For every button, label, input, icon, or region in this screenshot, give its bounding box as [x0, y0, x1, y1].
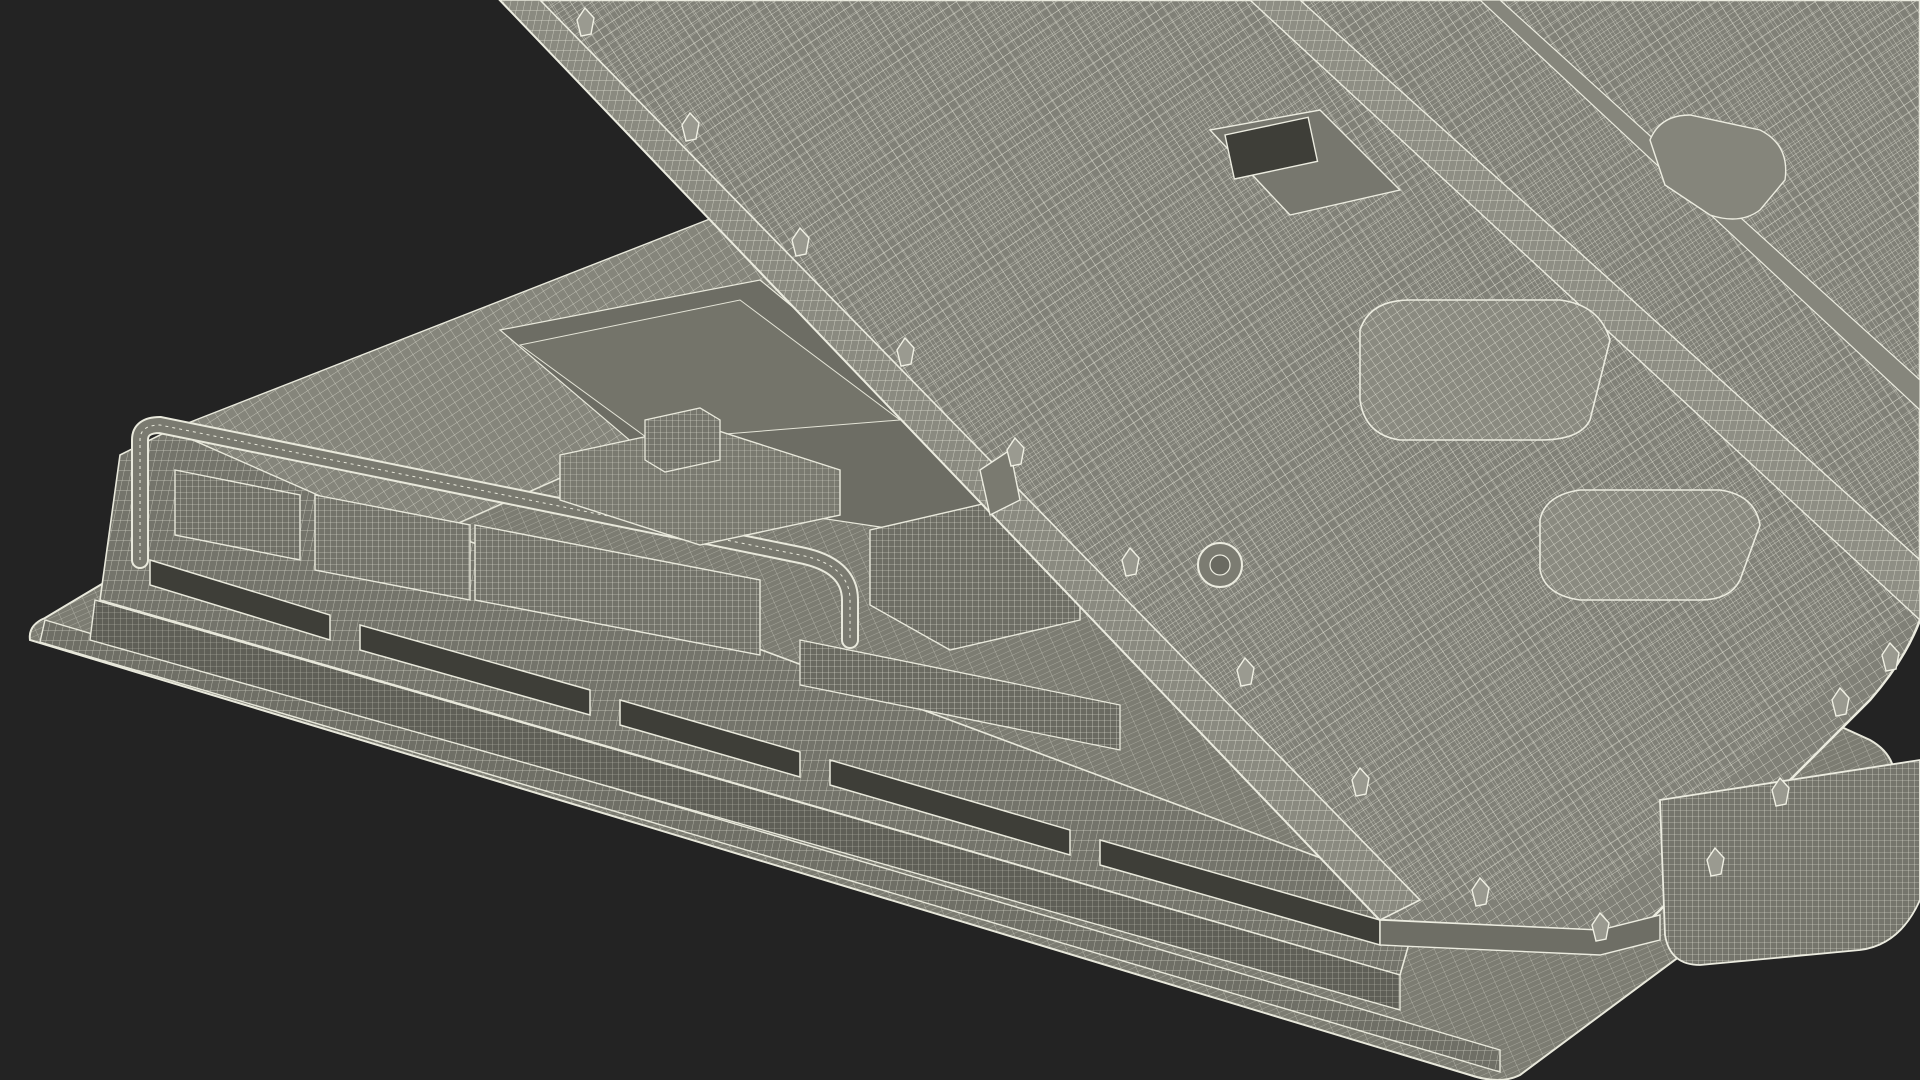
lid-embossed-panel-2	[1359, 299, 1611, 441]
wireframe-device-render	[28, 0, 1920, 1080]
lid-embossed-panel-3	[1539, 489, 1761, 601]
wireframe-render-viewport	[0, 0, 1920, 1080]
